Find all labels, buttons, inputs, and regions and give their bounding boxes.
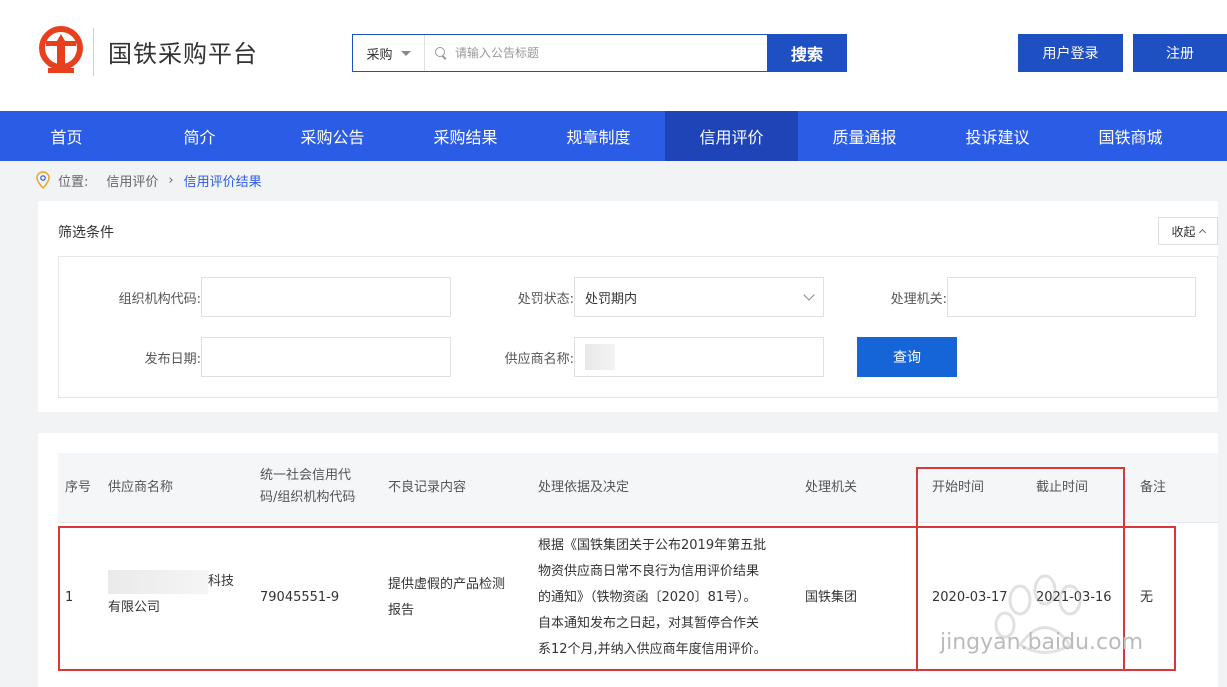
chevron-down-icon [803, 289, 815, 301]
th-authority: 处理机关 [805, 480, 858, 495]
search-category-label: 采购 [366, 47, 393, 63]
collapse-button[interactable]: 收起 [1158, 217, 1218, 245]
login-button[interactable]: 用户登录 [1018, 34, 1123, 72]
penalty-status-select[interactable]: 处罚期内 [574, 277, 824, 317]
breadcrumb-prefix: 位置: [58, 174, 89, 190]
query-button[interactable]: 查询 [857, 337, 957, 377]
search-box: 采购 [352, 34, 768, 72]
breadcrumb-current: 信用评价结果 [183, 174, 262, 190]
publish-date-input[interactable] [201, 337, 451, 377]
search-icon [435, 47, 447, 59]
th-basis: 处理依据及决定 [538, 480, 630, 495]
location-pin-icon [36, 171, 50, 189]
logo-divider [93, 28, 94, 76]
nav-item-quality-report[interactable]: 质量通报 [798, 111, 931, 161]
nav-item-home[interactable]: 首页 [0, 111, 133, 161]
filter-title: 筛选条件 [58, 225, 114, 241]
nav-item-regulations[interactable]: 规章制度 [532, 111, 665, 161]
site-header: 国铁采购平台 采购 搜索 用户登录 注册 [0, 0, 1227, 111]
th-remark: 备注 [1140, 480, 1167, 495]
register-button[interactable]: 注册 [1133, 34, 1227, 72]
collapse-label: 收起 [1171, 224, 1196, 239]
penalty-status-value: 处罚期内 [585, 291, 638, 307]
caret-down-icon [400, 50, 411, 56]
th-index: 序号 [65, 480, 92, 495]
search-button[interactable]: 搜索 [767, 34, 847, 72]
breadcrumb: 位置: 信用评价 › 信用评价结果 [36, 170, 262, 190]
chevron-up-icon [1198, 228, 1206, 237]
nav-item-procurement-result[interactable]: 采购结果 [399, 111, 532, 161]
penalty-status-label: 处罚状态: [517, 292, 574, 307]
site-title[interactable]: 国铁采购平台 [108, 34, 258, 69]
chevron-right-icon: › [168, 172, 174, 188]
nav-item-procurement-notice[interactable]: 采购公告 [266, 111, 399, 161]
nav-item-complaints[interactable]: 投诉建议 [931, 111, 1064, 161]
supplier-name-input[interactable] [574, 337, 824, 377]
authority-input[interactable] [947, 277, 1196, 317]
filter-body: 组织机构代码: 处罚状态: 处罚期内 处理机关: 发布日期: 供应商名称: 查询 [58, 256, 1218, 398]
filter-panel: 筛选条件 收起 组织机构代码: 处罚状态: 处罚期内 处理机关: 发布日期: 供… [38, 201, 1218, 412]
th-credit-code-line2: 码/组织机构代码 [260, 490, 356, 505]
breadcrumb-level1[interactable]: 信用评价 [106, 171, 158, 190]
main-nav: 首页 简介 采购公告 采购结果 规章制度 信用评价 质量通报 投诉建议 国铁商城 [0, 111, 1227, 161]
nav-item-intro[interactable]: 简介 [133, 111, 266, 161]
search-category-select[interactable]: 采购 [353, 35, 425, 71]
org-code-input[interactable] [201, 277, 451, 317]
railway-logo-icon[interactable] [36, 26, 86, 76]
publish-date-label: 发布日期: [144, 352, 201, 367]
th-bad-record: 不良记录内容 [388, 480, 467, 495]
nav-item-mall[interactable]: 国铁商城 [1064, 111, 1197, 161]
search-input[interactable] [455, 46, 768, 60]
watermark-text: jingyan.baidu.com [940, 630, 1144, 655]
th-supplier: 供应商名称 [108, 480, 174, 495]
th-credit-code: 统一社会信用代 码/组织机构代码 [260, 465, 355, 509]
redacted-text [585, 344, 615, 370]
authority-label: 处理机关: [890, 292, 947, 307]
supplier-name-label: 供应商名称: [504, 352, 574, 367]
org-code-label: 组织机构代码: [118, 292, 201, 307]
nav-item-credit-evaluation[interactable]: 信用评价 [665, 111, 798, 161]
th-credit-code-line1: 统一社会信用代 [260, 468, 352, 483]
